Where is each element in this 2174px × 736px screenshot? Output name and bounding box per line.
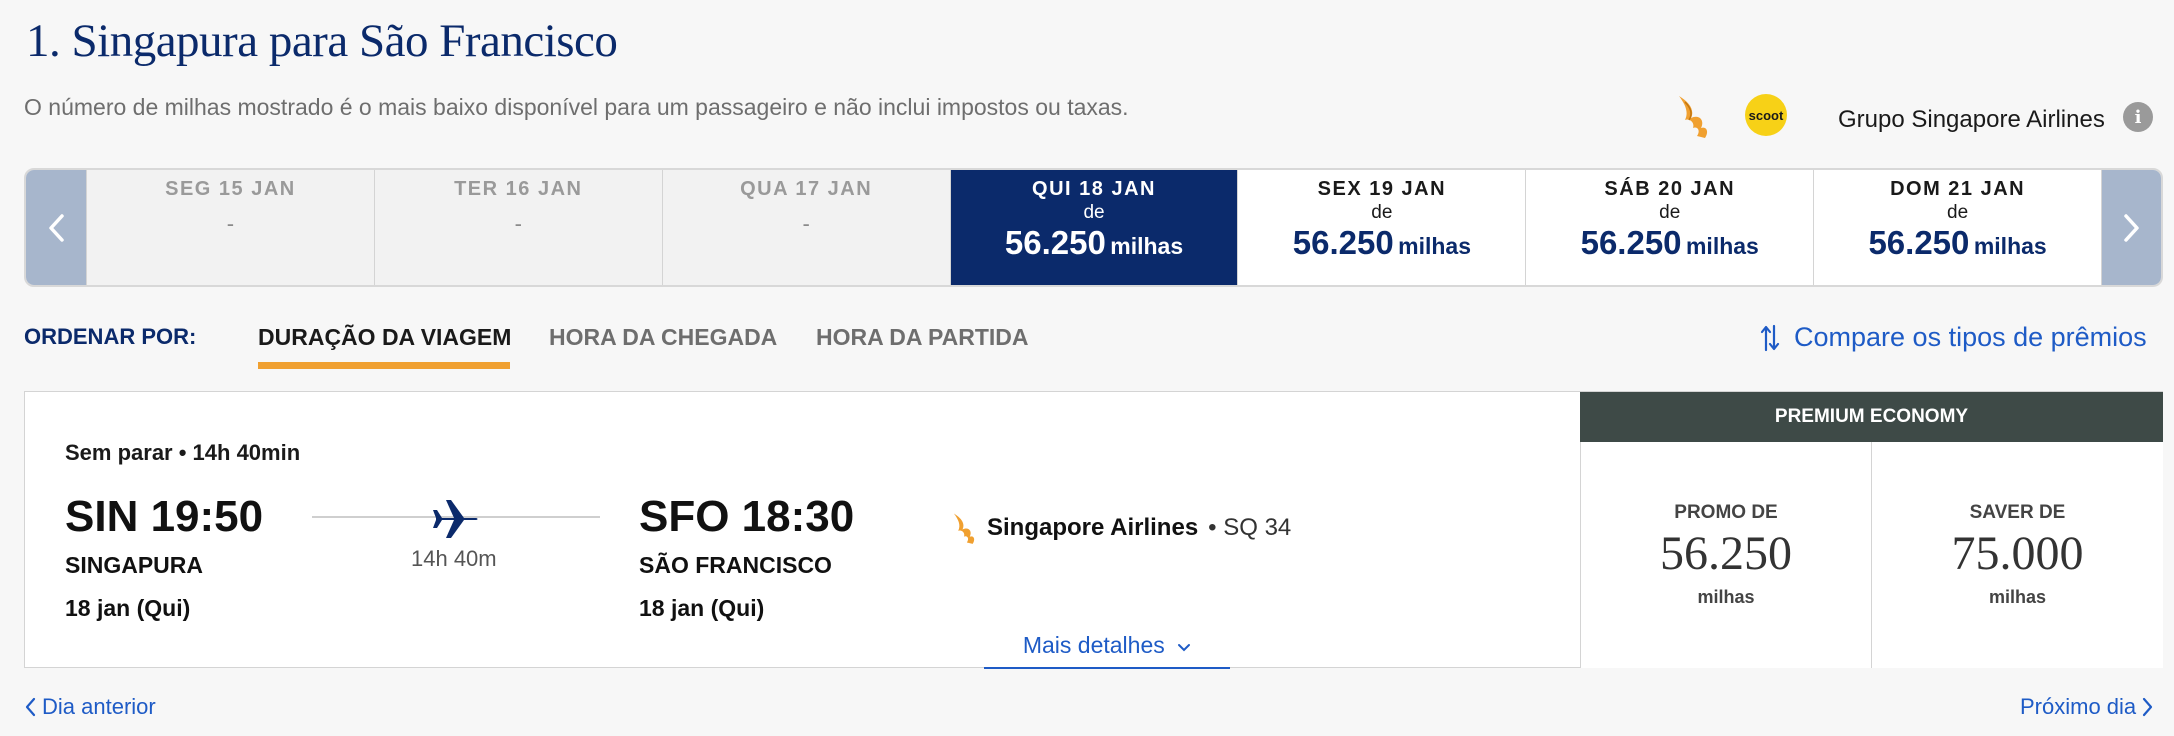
- airplane-icon: [433, 500, 478, 538]
- date-miles-unit: milhas: [1973, 233, 2047, 259]
- more-details-link[interactable]: Mais detalhes: [984, 632, 1230, 669]
- origin-city: SINGAPURA: [65, 552, 204, 578]
- compare-label: Compare os tipos de prêmios: [1794, 322, 2147, 352]
- chevron-down-icon: [1178, 644, 1191, 652]
- next-day-link[interactable]: Próximo dia: [2020, 694, 2154, 720]
- sort-arrows-icon: [1760, 324, 1780, 351]
- scoot-logo-icon: scoot: [1745, 94, 1787, 136]
- date-from-label: de: [1371, 202, 1393, 223]
- date-label: SÁB 20 JAN: [1604, 178, 1736, 200]
- date-tab-thu-18-selected[interactable]: QUI 18 JAN de 56.250 milhas: [949, 170, 1238, 285]
- date-tab-mon-15[interactable]: SEG 15 JAN -: [86, 170, 374, 285]
- sort-tab-departure[interactable]: HORA DA PARTIDA: [816, 324, 1029, 351]
- date-tab-wed-17[interactable]: QUA 17 JAN -: [661, 170, 950, 285]
- fare-type-label: SAVER DE: [1969, 502, 2066, 523]
- info-icon[interactable]: i: [2123, 102, 2153, 132]
- date-label: DOM 21 JAN: [1890, 178, 2026, 200]
- airline-name: Singapore Airlines: [987, 514, 1199, 541]
- date-tab-sun-21[interactable]: DOM 21 JAN de 56.250 milhas: [1813, 170, 2101, 285]
- date-no-fare: -: [802, 211, 810, 236]
- more-details-label: Mais detalhes: [1022, 632, 1165, 658]
- page-title: 1. Singapura para São Francisco: [26, 15, 618, 67]
- fare-amount: 75.000: [1951, 527, 2084, 580]
- flight-duration: 14h 40m: [411, 546, 497, 571]
- origin-date: 18 jan (Qui): [65, 595, 191, 621]
- flight-number: • SQ 34: [1208, 514, 1292, 541]
- date-tab-tue-16[interactable]: TER 16 JAN -: [373, 170, 662, 285]
- date-from-label: de: [1947, 202, 1969, 223]
- destination-date: 18 jan (Qui): [639, 595, 765, 621]
- fare-panel: PREMIUM ECONOMY PROMO DE 56.250 milhas S…: [1580, 392, 2163, 668]
- flight-stops-duration: Sem parar • 14h 40min: [65, 440, 301, 465]
- sort-bar: ORDENAR POR: DURAÇÃO DA VIAGEM HORA DA C…: [0, 318, 2174, 374]
- date-miles: 56.250 milhas: [1868, 225, 2046, 268]
- date-label: QUA 17 JAN: [740, 178, 873, 200]
- date-tab-sat-20[interactable]: SÁB 20 JAN de 56.250 milhas: [1525, 170, 1813, 285]
- date-miles-unit: milhas: [1685, 233, 1759, 259]
- date-miles: 56.250 milhas: [1005, 225, 1183, 268]
- sort-tab-duration[interactable]: DURAÇÃO DA VIAGEM: [258, 324, 511, 351]
- active-sort-underline: [258, 362, 510, 369]
- fare-unit: milhas: [1988, 587, 2047, 607]
- date-miles-value: 56.250: [1580, 224, 1682, 261]
- date-from-label: de: [1083, 202, 1105, 223]
- airline-group-logos: scoot Grupo Singapore Airlines i: [1675, 88, 2155, 150]
- date-miles-unit: milhas: [1110, 233, 1184, 259]
- cabin-class-header: PREMIUM ECONOMY: [1580, 392, 2163, 442]
- promo-fare-option[interactable]: PROMO DE 56.250 milhas: [1580, 442, 1871, 668]
- date-miles-value: 56.250: [1004, 224, 1106, 261]
- singapore-airlines-logo-icon: [1679, 96, 1708, 138]
- date-from-label: de: [1659, 202, 1681, 223]
- compare-award-types-link[interactable]: Compare os tipos de prêmios: [1760, 322, 2147, 353]
- date-miles: 56.250 milhas: [1581, 225, 1759, 268]
- previous-day-label: Dia anterior: [42, 694, 156, 719]
- date-miles-value: 56.250: [1868, 224, 1970, 261]
- date-label: SEX 19 JAN: [1317, 178, 1447, 200]
- saver-fare-option[interactable]: SAVER DE 75.000 milhas: [1871, 442, 2163, 668]
- fare-amount: 56.250: [1660, 527, 1792, 580]
- fare-unit: milhas: [1697, 587, 1755, 607]
- date-no-fare: -: [226, 211, 235, 236]
- fare-type-label: PROMO DE: [1674, 502, 1778, 523]
- prev-week-button[interactable]: [26, 170, 86, 285]
- sort-label: ORDENAR POR:: [24, 324, 197, 349]
- airline-info: Singapore Airlines • SQ 34: [951, 510, 1291, 546]
- origin-code-time: SIN 19:50: [65, 492, 264, 541]
- chevron-left-icon: [25, 697, 36, 717]
- chevron-right-icon: [2123, 213, 2139, 242]
- flight-result-card: Sem parar • 14h 40min SIN 19:50 SINGAPUR…: [24, 391, 2163, 669]
- date-label: SEG 15 JAN: [165, 178, 296, 200]
- next-week-button[interactable]: [2101, 170, 2161, 285]
- date-tab-fri-19[interactable]: SEX 19 JAN de 56.250 milhas: [1237, 170, 1525, 285]
- date-label: TER 16 JAN: [454, 178, 583, 200]
- date-no-fare: -: [514, 211, 522, 236]
- page-subtitle: O número de milhas mostrado é o mais bai…: [24, 94, 1129, 120]
- date-miles: 56.250 milhas: [1293, 225, 1471, 268]
- next-day-label: Próximo dia: [2020, 694, 2137, 719]
- date-miles-unit: milhas: [1398, 233, 1471, 259]
- airline-group-label: Grupo Singapore Airlines: [1838, 106, 2105, 133]
- destination-code-time: SFO 18:30: [639, 492, 855, 541]
- chevron-right-icon: [2143, 697, 2153, 717]
- date-selector: SEG 15 JAN - TER 16 JAN - QUA 17 JAN - Q…: [24, 168, 2163, 287]
- previous-day-link[interactable]: Dia anterior: [24, 694, 156, 720]
- sort-tab-arrival[interactable]: HORA DA CHEGADA: [549, 324, 777, 351]
- singapore-airlines-bird-icon: [953, 513, 975, 544]
- destination-city: SÃO FRANCISCO: [639, 552, 832, 578]
- date-miles-value: 56.250: [1292, 224, 1394, 261]
- chevron-left-icon: [49, 213, 64, 242]
- date-label: QUI 18 JAN: [1032, 178, 1156, 200]
